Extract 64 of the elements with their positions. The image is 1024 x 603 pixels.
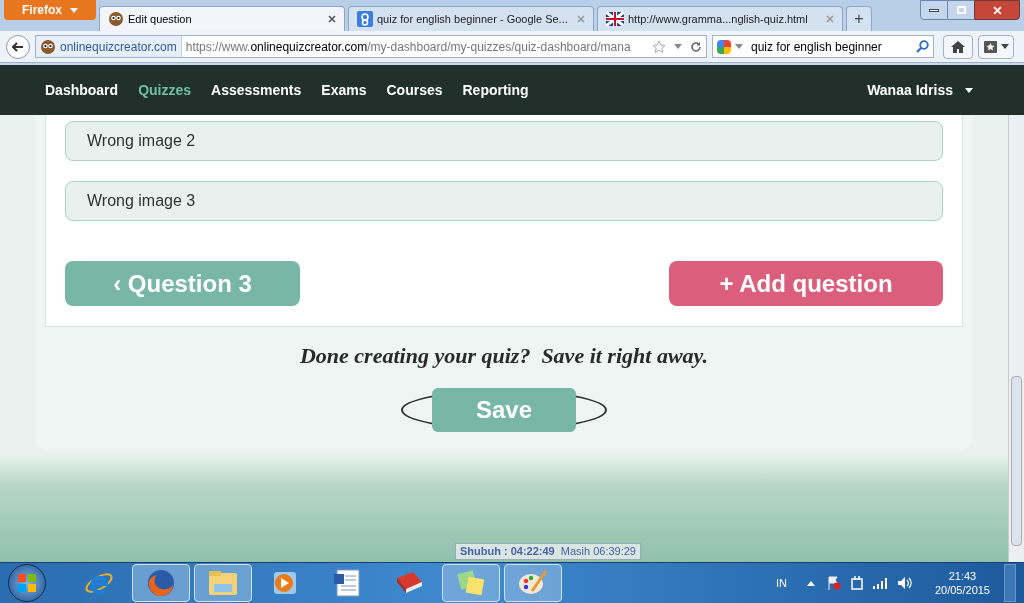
clock[interactable]: 21:43 20/05/2015 — [934, 569, 990, 597]
windows-logo-icon — [17, 573, 37, 593]
answer-field[interactable]: Wrong image 2 — [65, 121, 943, 161]
new-tab-button[interactable]: + — [846, 6, 872, 31]
caret-icon — [1000, 44, 1009, 49]
language-indicator[interactable]: IN — [775, 574, 787, 592]
browser-tab[interactable]: Edit question — [99, 6, 345, 31]
search-icon[interactable] — [916, 40, 929, 53]
taskbar-app-button[interactable] — [132, 564, 190, 602]
restore-button[interactable] — [948, 0, 974, 20]
browser-tab[interactable]: http://www.gramma...nglish-quiz.html — [597, 6, 843, 31]
search-text: quiz for english beginner — [751, 38, 883, 56]
flag-icon — [606, 12, 624, 26]
scrollbar[interactable] — [1008, 115, 1024, 562]
start-button[interactable] — [8, 564, 46, 602]
flag-alert-icon[interactable] — [826, 576, 841, 590]
clock-date: 20/05/2015 — [934, 583, 990, 597]
nav-link[interactable]: Reporting — [462, 79, 529, 101]
back-button[interactable] — [6, 34, 30, 59]
nav-link[interactable]: Assessments — [211, 79, 302, 101]
minimize-button[interactable] — [920, 0, 948, 20]
nav-link[interactable]: Exams — [321, 79, 367, 101]
address-field[interactable]: onlinequizcreator.com https://www.onlinequizcreator.com/my-dashboard/my-quizzes/quiz-dashboard/mana — [35, 35, 707, 58]
search-field[interactable]: quiz for english beginner — [712, 35, 934, 58]
nav-link[interactable]: Quizzes — [138, 79, 192, 101]
close-icon[interactable] — [328, 15, 336, 23]
signal-icon[interactable] — [872, 577, 887, 589]
tab-title: Edit question — [128, 11, 193, 27]
book-icon — [394, 570, 424, 596]
prayer-time: Shubuh : 04:22:49 — [460, 544, 555, 560]
tab-title: quiz for english beginner - Google Se... — [377, 11, 569, 27]
speaker-icon[interactable] — [896, 576, 913, 590]
answer-field[interactable]: Wrong image 3 — [65, 181, 943, 221]
owl-icon — [40, 38, 56, 55]
nav-link[interactable]: Courses — [386, 79, 443, 101]
bookmarks-button[interactable] — [978, 34, 1014, 59]
home-button[interactable] — [943, 34, 973, 59]
word-document-icon — [333, 568, 361, 598]
show-hidden-icons-icon[interactable] — [806, 580, 815, 586]
sticky-notes-icon — [456, 569, 486, 597]
save-prompt: Done creating your quiz? Save it right away. — [299, 342, 708, 370]
caret-icon[interactable] — [965, 87, 973, 93]
add-question-button[interactable]: + Add question — [669, 261, 943, 306]
owl-icon — [108, 11, 124, 27]
reload-icon[interactable] — [690, 40, 702, 53]
google-icon[interactable] — [717, 39, 731, 54]
caret-icon — [70, 7, 78, 13]
browser-tab[interactable]: quiz for english beginner - Google Se... — [348, 6, 594, 31]
clock-time: 21:43 — [948, 569, 977, 583]
url-text: https://www.onlinequizcreator.com/my-dashboard/my-quizzes/quiz-dashboard/mana — [185, 38, 632, 56]
bookmark-star-icon — [983, 40, 997, 53]
remaining-time: Masih 06:39:29 — [560, 544, 636, 560]
nav-link[interactable]: Dashboard — [45, 79, 119, 101]
tab-title: http://www.gramma...nglish-quiz.html — [628, 11, 809, 27]
folder-icon — [208, 570, 238, 596]
star-icon[interactable] — [652, 39, 666, 54]
play-icon — [272, 570, 298, 596]
close-button[interactable] — [974, 0, 1020, 20]
back-arrow-icon — [12, 41, 24, 52]
palette-icon — [518, 569, 548, 597]
home-icon — [951, 40, 965, 53]
user-menu[interactable]: Wanaa Idriss — [867, 79, 953, 101]
google-icon — [357, 11, 373, 27]
close-icon — [992, 5, 1002, 15]
